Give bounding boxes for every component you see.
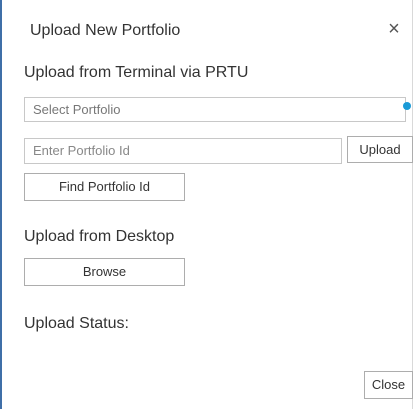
close-icon[interactable]: × (384, 18, 404, 40)
upload-button[interactable]: Upload (347, 136, 413, 163)
portfolio-select-placeholder: Select Portfolio (33, 102, 121, 117)
portfolio-id-placeholder: Enter Portfolio Id (33, 143, 130, 158)
find-portfolio-id-button[interactable]: Find Portfolio Id (24, 173, 185, 201)
close-button[interactable]: Close (364, 371, 413, 399)
upload-portfolio-dialog: Upload New Portfolio × Upload from Termi… (0, 0, 413, 409)
portfolio-select[interactable]: Select Portfolio (24, 97, 411, 122)
terminal-section-heading: Upload from Terminal via PRTU (24, 64, 249, 81)
upload-status-label: Upload Status: (24, 315, 129, 332)
dialog-title: Upload New Portfolio (30, 22, 181, 39)
dropdown-indicator-icon (403, 102, 411, 110)
browse-button[interactable]: Browse (24, 258, 185, 286)
portfolio-id-input[interactable]: Enter Portfolio Id (24, 138, 342, 164)
desktop-section-heading: Upload from Desktop (24, 228, 175, 245)
